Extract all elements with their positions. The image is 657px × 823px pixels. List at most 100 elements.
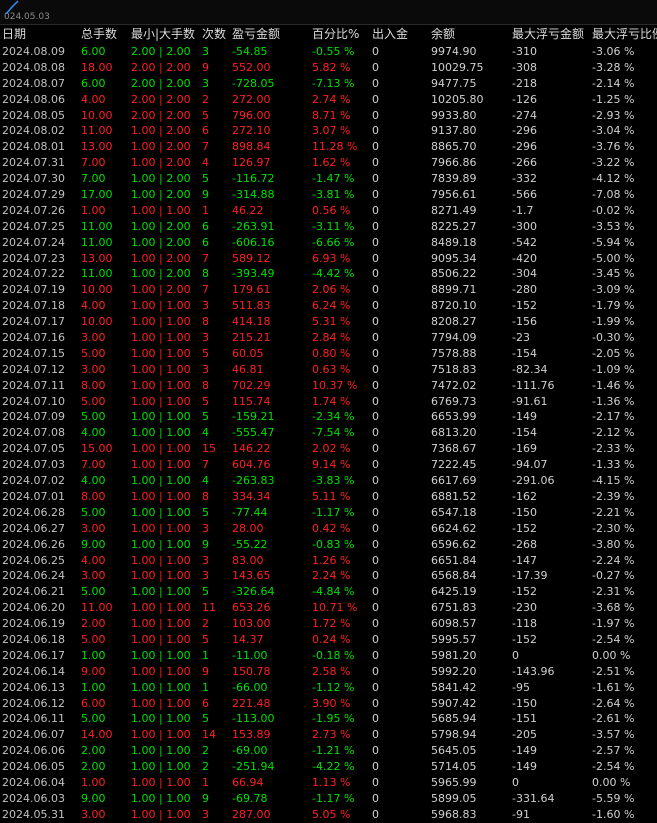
daily-report-table: 日期 总手数 最小|大手数 次数 盈亏金额 百分比% 出入金 余额 最大浮亏金额… <box>0 27 657 823</box>
table-row[interactable]: 2024.07.19 10.00 1.00 | 2.00 7 179.61 2.06 % 0… <box>0 282 657 298</box>
table-row[interactable]: 2024.07.22 11.00 1.00 | 2.00 8 -393.49 -4.42 … <box>0 266 657 282</box>
table-row[interactable]: 2024.07.23 13.00 1.00 | 2.00 7 589.12 6.93 % 0… <box>0 251 657 267</box>
table-row[interactable]: 2024.07.15 5.00 1.00 | 1.00 5 60.05 0.80 % 0 75… <box>0 346 657 362</box>
table-row[interactable]: 2024.07.01 8.00 1.00 | 1.00 8 334.34 5.11 % 0 6… <box>0 489 657 505</box>
cell-pnl: 103.00 <box>232 617 271 631</box>
table-row[interactable]: 2024.07.08 4.00 1.00 | 1.00 4 -555.47 -7.54 %… <box>0 425 657 441</box>
table-row[interactable]: 2024.06.24 3.00 1.00 | 1.00 3 143.65 2.24 % 0 6… <box>0 568 657 584</box>
table-row[interactable]: 2024.08.07 6.00 2.00 | 2.00 3 -728.05 -7.13 %… <box>0 76 657 92</box>
cell-date: 2024.06.06 <box>2 744 65 758</box>
cell-date: 2024.06.28 <box>2 505 65 519</box>
cell-date: 2024.05.31 <box>2 807 65 821</box>
table-row[interactable]: 2024.07.09 5.00 1.00 | 1.00 5 -159.21 -2.34 %… <box>0 409 657 425</box>
table-row[interactable]: 2024.06.11 5.00 1.00 | 1.00 5 -113.00 -1.95 %… <box>0 711 657 727</box>
cell-pnl: 215.21 <box>232 331 271 345</box>
cell-percent: 0.24 % <box>312 632 351 646</box>
cell-max-float-pct: -3.09 % <box>592 283 635 297</box>
table-row[interactable]: 2024.07.05 15.00 1.00 | 1.00 15 146.22 2.02 %… <box>0 441 657 457</box>
cell-deposit-withdraw: 0 <box>372 553 379 567</box>
cell-deposit-withdraw: 0 <box>372 585 379 599</box>
table-row[interactable]: 2024.08.06 4.00 2.00 | 2.00 2 272.00 2.74 % 0 1… <box>0 92 657 108</box>
cell-max-float-loss: -332 <box>512 172 537 186</box>
table-row[interactable]: 2024.07.10 5.00 1.00 | 1.00 5 115.74 1.74 % 0 6… <box>0 394 657 410</box>
cell-max-float-pct: -2.54 % <box>592 760 635 774</box>
table-row[interactable]: 2024.07.18 4.00 1.00 | 1.00 3 511.83 6.24 % 0 8… <box>0 298 657 314</box>
cell-max-float-loss: -149 <box>512 744 537 758</box>
cell-percent: 1.62 % <box>312 156 351 170</box>
cell-count: 5 <box>202 410 209 424</box>
table-row[interactable]: 2024.07.17 10.00 1.00 | 1.00 8 414.18 5.31 % 0… <box>0 314 657 330</box>
table-row[interactable]: 2024.07.25 11.00 1.00 | 2.00 6 -263.91 -3.11 … <box>0 219 657 235</box>
table-row[interactable]: 2024.06.18 5.00 1.00 | 1.00 5 14.37 0.24 % 0 59… <box>0 632 657 648</box>
cell-count: 7 <box>202 251 209 265</box>
table-row[interactable]: 2024.07.02 4.00 1.00 | 1.00 4 -263.83 -3.83 %… <box>0 473 657 489</box>
cell-max-float-pct: -1.79 % <box>592 299 635 313</box>
table-row[interactable]: 2024.08.05 10.00 2.00 | 2.00 5 796.00 8.71 % 0… <box>0 108 657 124</box>
cell-percent: 3.90 % <box>312 696 351 710</box>
cell-min-max-lots: 1.00 | 1.00 <box>131 601 191 615</box>
table-row[interactable]: 2024.06.14 9.00 1.00 | 1.00 9 150.78 2.58 % 0 5… <box>0 664 657 680</box>
table-row[interactable]: 2024.06.20 11.00 1.00 | 1.00 11 653.26 10.71 … <box>0 600 657 616</box>
table-row[interactable]: 2024.06.17 1.00 1.00 | 1.00 1 -11.00 -0.18 % 0… <box>0 648 657 664</box>
cell-deposit-withdraw: 0 <box>372 458 379 472</box>
table-row[interactable]: 2024.07.26 1.00 1.00 | 1.00 1 46.22 0.56 % 0 82… <box>0 203 657 219</box>
table-row[interactable]: 2024.06.07 14.00 1.00 | 1.00 14 153.89 2.73 %… <box>0 727 657 743</box>
cell-date: 2024.06.26 <box>2 537 65 551</box>
table-row[interactable]: 2024.06.04 1.00 1.00 | 1.00 1 66.94 1.13 % 0 59… <box>0 775 657 791</box>
cell-total-lots: 9.00 <box>81 791 106 805</box>
table-row[interactable]: 2024.08.01 13.00 1.00 | 2.00 7 898.84 11.28 %… <box>0 139 657 155</box>
cell-total-lots: 3.00 <box>81 569 106 583</box>
cell-max-float-loss: -205 <box>512 728 537 742</box>
cell-max-float-loss: -162 <box>512 489 537 503</box>
header-max-float-loss: 最大浮亏金额 <box>512 27 585 41</box>
table-row[interactable]: 2024.06.19 2.00 1.00 | 1.00 2 103.00 1.72 % 0 6… <box>0 616 657 632</box>
cell-min-max-lots: 1.00 | 1.00 <box>131 664 191 678</box>
table-row[interactable]: 2024.06.28 5.00 1.00 | 1.00 5 -77.44 -1.17 % 0… <box>0 505 657 521</box>
cell-count: 5 <box>202 712 209 726</box>
cell-balance: 9137.80 <box>431 124 477 138</box>
table-row[interactable]: 2024.07.11 8.00 1.00 | 1.00 8 702.29 10.37 % 0… <box>0 378 657 394</box>
table-row[interactable]: 2024.06.21 5.00 1.00 | 1.00 5 -326.64 -4.84 %… <box>0 584 657 600</box>
table-row[interactable]: 2024.06.05 2.00 1.00 | 1.00 2 -251.94 -4.22 %… <box>0 759 657 775</box>
table-row[interactable]: 2024.06.03 9.00 1.00 | 1.00 9 -69.78 -1.17 % 0… <box>0 791 657 807</box>
table-row[interactable]: 2024.07.16 3.00 1.00 | 1.00 3 215.21 2.84 % 0 7… <box>0 330 657 346</box>
table-row[interactable]: 2024.07.03 7.00 1.00 | 1.00 7 604.76 9.14 % 0 7… <box>0 457 657 473</box>
cell-balance: 5798.94 <box>431 728 477 742</box>
cell-max-float-pct: -1.99 % <box>592 315 635 329</box>
cell-total-lots: 2.00 <box>81 760 106 774</box>
table-row[interactable]: 2024.08.08 18.00 2.00 | 2.00 9 552.00 5.82 % 0… <box>0 60 657 76</box>
cell-deposit-withdraw: 0 <box>372 521 379 535</box>
table-row[interactable]: 2024.08.09 6.00 2.00 | 2.00 3 -54.85 -0.55 % 0… <box>0 44 657 60</box>
cell-total-lots: 3.00 <box>81 807 106 821</box>
table-row[interactable]: 2024.07.12 3.00 1.00 | 1.00 3 46.81 0.63 % 0 75… <box>0 362 657 378</box>
table-row[interactable]: 2024.06.26 9.00 1.00 | 1.00 9 -55.22 -0.83 % 0… <box>0 537 657 553</box>
cell-date: 2024.07.25 <box>2 219 65 233</box>
table-row[interactable]: 2024.07.24 11.00 1.00 | 2.00 6 -606.16 -6.66 … <box>0 235 657 251</box>
cell-max-float-pct: -2.30 % <box>592 521 635 535</box>
table-row[interactable]: 2024.07.31 7.00 1.00 | 2.00 4 126.97 1.62 % 0 7… <box>0 155 657 171</box>
table-row[interactable]: 2024.05.31 3.00 1.00 | 1.00 3 287.00 5.05 % 0 5… <box>0 807 657 823</box>
table-row[interactable]: 2024.07.30 7.00 1.00 | 2.00 5 -116.72 -1.47 %… <box>0 171 657 187</box>
cell-deposit-withdraw: 0 <box>372 664 379 678</box>
cell-min-max-lots: 1.00 | 1.00 <box>131 458 191 472</box>
cell-max-float-pct: -5.00 % <box>592 251 635 265</box>
cell-total-lots: 6.00 <box>81 696 106 710</box>
cell-max-float-pct: -0.27 % <box>592 569 635 583</box>
table-row[interactable]: 2024.06.12 6.00 1.00 | 1.00 6 221.48 3.90 % 0 5… <box>0 696 657 712</box>
table-row[interactable]: 2024.06.13 1.00 1.00 | 1.00 1 -66.00 -1.12 % 0… <box>0 680 657 696</box>
cell-deposit-withdraw: 0 <box>372 315 379 329</box>
cell-percent: -7.13 % <box>312 76 355 90</box>
cell-pnl: -69.00 <box>232 744 268 758</box>
cell-min-max-lots: 1.00 | 1.00 <box>131 569 191 583</box>
cell-count: 4 <box>202 156 209 170</box>
cell-count: 9 <box>202 537 209 551</box>
cell-max-float-loss: -152 <box>512 521 537 535</box>
table-row[interactable]: 2024.08.02 11.00 1.00 | 2.00 6 272.10 3.07 % 0… <box>0 123 657 139</box>
cell-pnl: -113.00 <box>232 712 275 726</box>
table-row[interactable]: 2024.06.25 4.00 1.00 | 1.00 3 83.00 1.26 % 0 66… <box>0 553 657 569</box>
table-row[interactable]: 2024.07.29 17.00 1.00 | 2.00 9 -314.88 -3.81 … <box>0 187 657 203</box>
table-row[interactable]: 2024.06.27 3.00 1.00 | 1.00 3 28.00 0.42 % 0 66… <box>0 521 657 537</box>
cell-pnl: -263.91 <box>232 219 275 233</box>
cell-deposit-withdraw: 0 <box>372 807 379 821</box>
table-row[interactable]: 2024.06.06 2.00 1.00 | 1.00 2 -69.00 -1.21 % 0… <box>0 743 657 759</box>
